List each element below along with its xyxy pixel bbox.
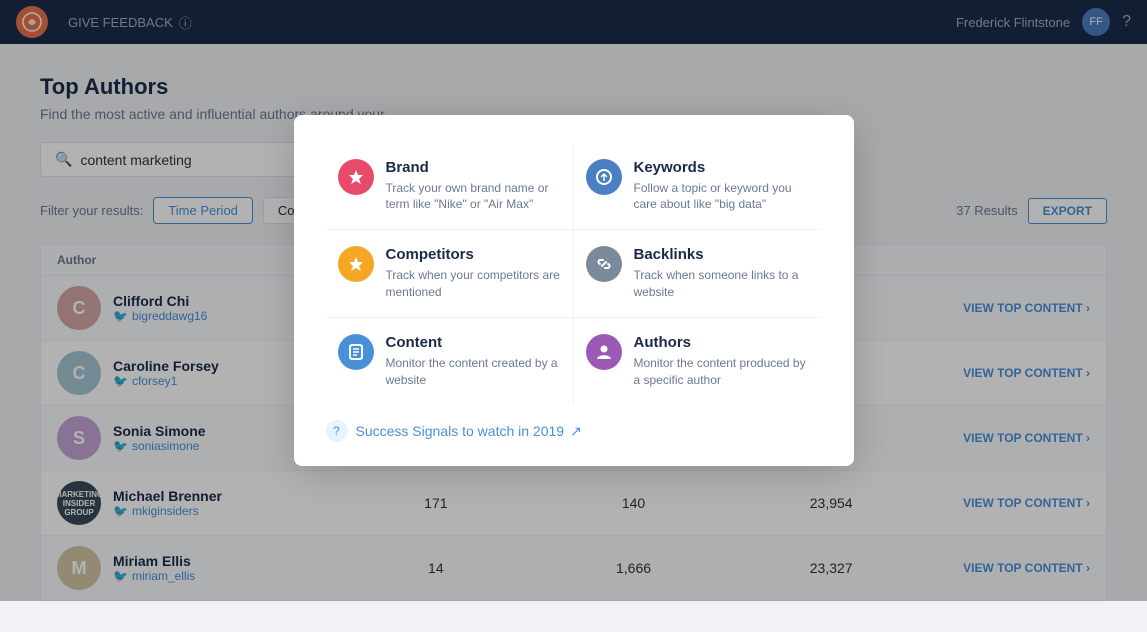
modal-item-competitors[interactable]: Competitors Track when your competitors …: [326, 230, 574, 318]
authors-icon: [586, 334, 622, 370]
keywords-icon: [586, 159, 622, 195]
brand-desc: Track your own brand name or term like "…: [386, 180, 561, 214]
backlinks-desc: Track when someone links to a website: [634, 267, 810, 301]
competitors-text: Competitors Track when your competitors …: [386, 246, 561, 301]
authors-desc: Monitor the content produced by a specif…: [634, 355, 810, 389]
modal: Brand Track your own brand name or term …: [294, 115, 854, 467]
keywords-desc: Follow a topic or keyword you care about…: [634, 180, 810, 214]
backlinks-icon: [586, 246, 622, 282]
brand-icon: [338, 159, 374, 195]
brand-title: Brand: [386, 159, 561, 176]
backlinks-text: Backlinks Track when someone links to a …: [634, 246, 810, 301]
competitors-icon: [338, 246, 374, 282]
content-title: Content: [386, 334, 561, 351]
modal-item-brand[interactable]: Brand Track your own brand name or term …: [326, 143, 574, 231]
modal-item-authors[interactable]: Authors Monitor the content produced by …: [574, 318, 822, 405]
footer-link-text: Success Signals to watch in 2019: [356, 423, 565, 439]
content-desc: Monitor the content created by a website: [386, 355, 561, 389]
modal-item-keywords[interactable]: Keywords Follow a topic or keyword you c…: [574, 143, 822, 231]
modal-footer: ? Success Signals to watch in 2019 ↗: [326, 420, 822, 442]
brand-text: Brand Track your own brand name or term …: [386, 159, 561, 214]
authors-text: Authors Monitor the content produced by …: [634, 334, 810, 389]
competitors-title: Competitors: [386, 246, 561, 263]
keywords-title: Keywords: [634, 159, 810, 176]
keywords-text: Keywords Follow a topic or keyword you c…: [634, 159, 810, 214]
content-text: Content Monitor the content created by a…: [386, 334, 561, 389]
modal-grid: Brand Track your own brand name or term …: [326, 143, 822, 405]
footer-question-icon: ?: [326, 420, 348, 442]
competitors-desc: Track when your competitors are mentione…: [386, 267, 561, 301]
modal-item-backlinks[interactable]: Backlinks Track when someone links to a …: [574, 230, 822, 318]
footer-link[interactable]: Success Signals to watch in 2019 ↗: [356, 423, 582, 440]
backlinks-title: Backlinks: [634, 246, 810, 263]
external-link-icon: ↗: [570, 423, 582, 440]
authors-title: Authors: [634, 334, 810, 351]
content-icon: [338, 334, 374, 370]
modal-item-content[interactable]: Content Monitor the content created by a…: [326, 318, 574, 405]
modal-overlay[interactable]: Brand Track your own brand name or term …: [0, 0, 1147, 601]
